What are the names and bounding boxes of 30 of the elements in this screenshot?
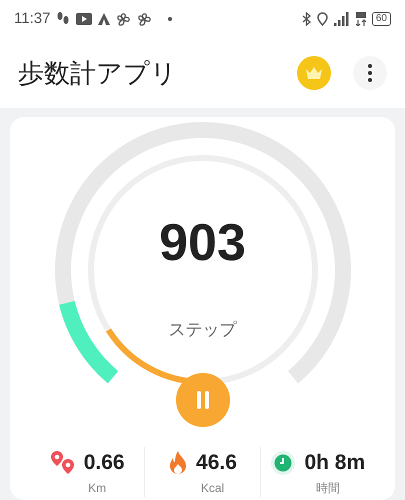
pause-icon xyxy=(196,391,210,409)
steps-label: ステップ xyxy=(168,319,238,341)
stat-value: 0h 8m xyxy=(304,450,366,476)
dot-icon xyxy=(168,17,172,21)
pause-button[interactable] xyxy=(176,373,230,427)
menu-icon xyxy=(368,64,372,82)
signal-icon xyxy=(334,12,350,26)
bluetooth-icon xyxy=(302,12,311,26)
triangle-icon xyxy=(98,13,110,25)
stat-unit: Km xyxy=(88,480,106,496)
premium-button[interactable] xyxy=(297,56,331,90)
clock-icon xyxy=(270,450,296,476)
location-pins-icon xyxy=(50,450,76,476)
stat-unit: 時間 xyxy=(316,480,340,496)
location-icon xyxy=(316,12,328,26)
battery-indicator: 60 xyxy=(372,12,391,26)
stat-value: 0.66 xyxy=(84,450,125,476)
stat-value: 46.6 xyxy=(196,450,237,476)
fan-icon xyxy=(116,12,132,26)
fan-icon xyxy=(137,12,152,26)
play-icon xyxy=(76,13,92,25)
app-title: 歩数計アプリ xyxy=(18,56,178,90)
crown-icon xyxy=(305,66,323,80)
flame-icon xyxy=(168,450,188,476)
more-options-button[interactable] xyxy=(353,56,387,90)
network-icon xyxy=(356,12,366,26)
status-time: 11:37 xyxy=(14,8,50,29)
footprints-icon xyxy=(56,11,70,27)
stat-unit: Kcal xyxy=(200,480,224,496)
step-count: 903 xyxy=(158,217,247,269)
